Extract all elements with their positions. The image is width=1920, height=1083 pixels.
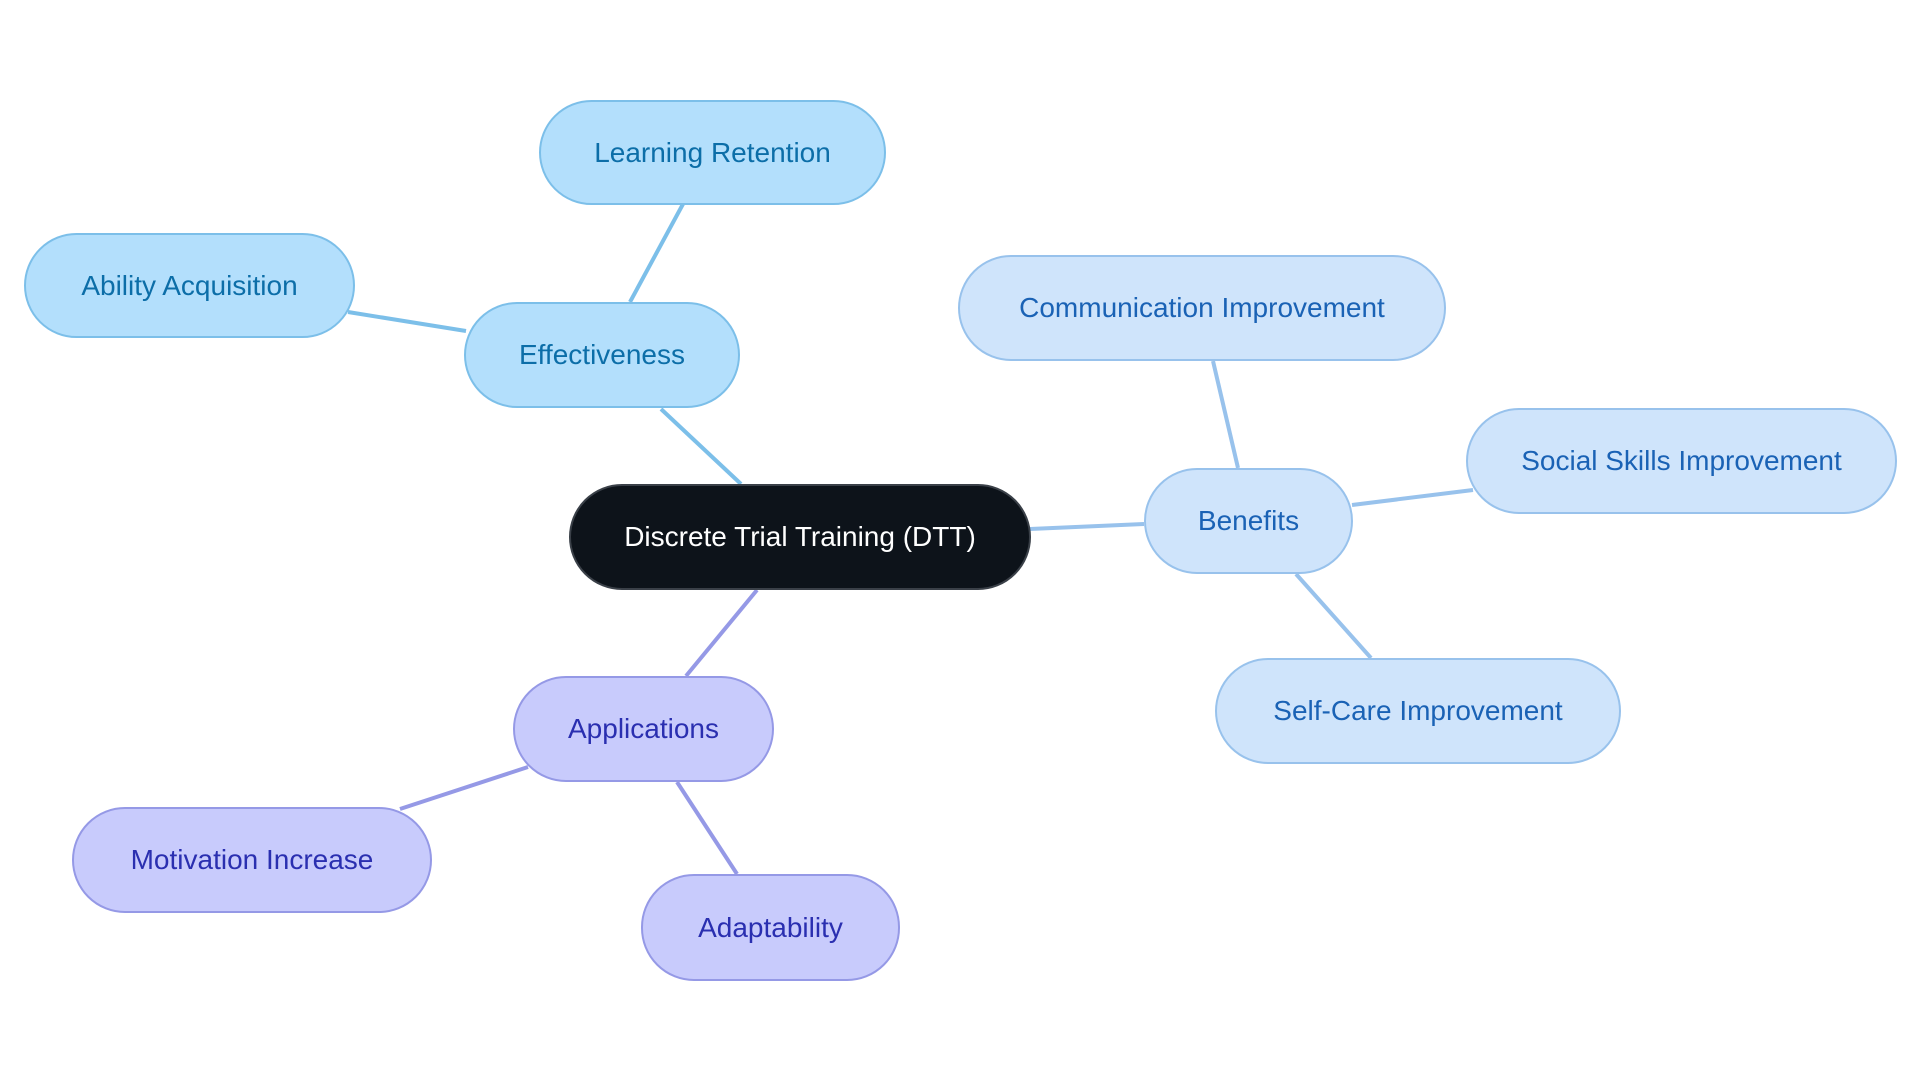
node-social-skills-improvement[interactable]: Social Skills Improvement [1466,408,1897,514]
edge-applications-adaptability [675,780,739,876]
root-node[interactable]: Discrete Trial Training (DTT) [569,484,1031,590]
edge-effectiveness-ability-acquisition [347,310,467,333]
node-label: Learning Retention [594,136,831,168]
edge-benefits-social-skills [1351,488,1474,507]
edge-root-effectiveness [659,407,743,486]
node-label: Motivation Increase [130,844,374,875]
node-label: Effectiveness [518,339,686,370]
edge-benefits-self-care [1294,572,1373,660]
node-label: Adaptability [698,911,843,943]
node-label: Benefits [1197,505,1300,536]
node-adaptability[interactable]: Adaptability [641,874,900,981]
node-self-care-improvement[interactable]: Self-Care Improvement [1215,658,1621,764]
root-node-label: Discrete Trial Training (DTT) [624,521,976,552]
node-benefits[interactable]: Benefits [1144,468,1353,574]
node-communication-improvement[interactable]: Communication Improvement [958,255,1446,361]
edge-root-applications [684,588,759,678]
node-label: Ability Acquisition [81,269,298,301]
edge-root-benefits [1029,522,1145,531]
node-label: Self-Care Improvement [1273,695,1563,726]
node-applications[interactable]: Applications [513,676,774,782]
node-label: Communication Improvement [1019,292,1385,323]
node-learning-retention[interactable]: Learning Retention [539,100,886,205]
node-label: Social Skills Improvement [1521,445,1842,476]
edge-applications-motivation [399,765,529,811]
edge-benefits-communication [1211,360,1240,469]
node-ability-acquisition[interactable]: Ability Acquisition [24,233,355,338]
edge-effectiveness-learning-retention [628,203,685,303]
node-label: Applications [568,713,719,744]
node-effectiveness[interactable]: Effectiveness [464,302,740,408]
node-motivation-increase[interactable]: Motivation Increase [72,807,432,913]
